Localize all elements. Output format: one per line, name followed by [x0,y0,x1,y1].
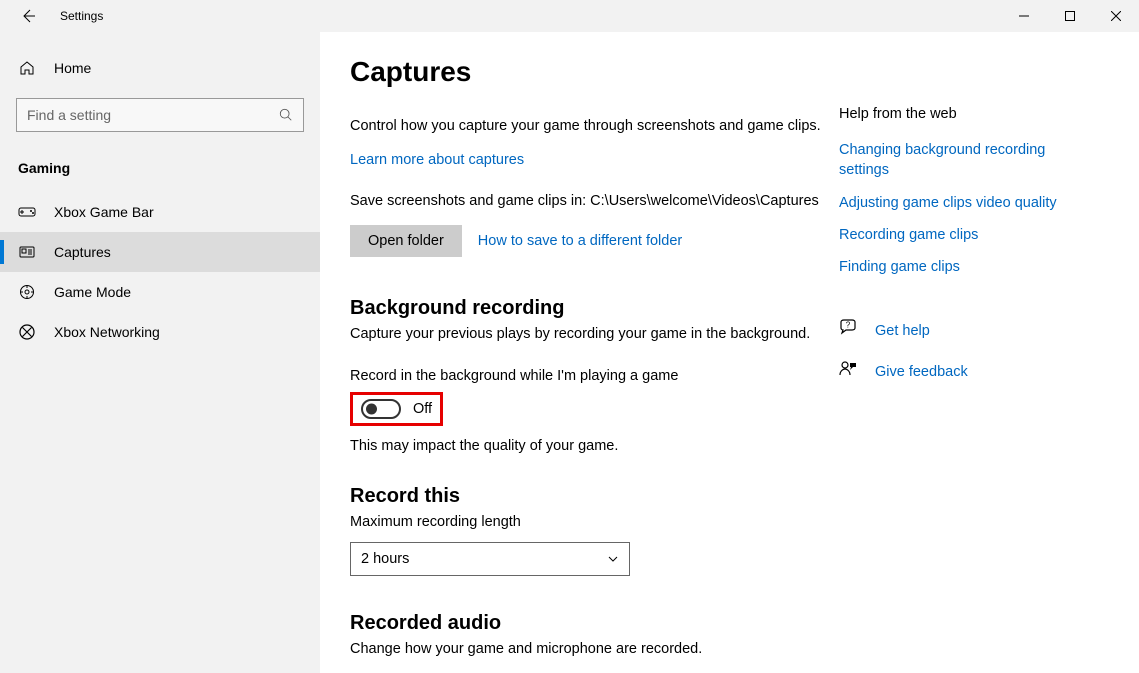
back-button[interactable] [10,0,46,32]
help-link-bg-recording[interactable]: Changing background recording settings [839,140,1099,181]
highlight-annotation: Off [350,392,443,426]
open-folder-button[interactable]: Open folder [350,225,462,257]
minimize-icon [1019,11,1029,21]
svg-text:?: ? [846,321,851,330]
sidebar: Home Gaming Xbox Game Bar [0,32,320,673]
sidebar-item-xbox-networking[interactable]: Xbox Networking [0,312,320,352]
bg-recording-desc: Capture your previous plays by recording… [350,324,839,344]
home-nav-item[interactable]: Home [0,52,320,84]
recorded-audio-title: Recorded audio [350,612,839,635]
chevron-down-icon [607,553,619,565]
sidebar-item-label: Game Mode [54,284,131,300]
recorded-audio-desc: Change how your game and microphone are … [350,639,839,659]
bg-recording-title: Background recording [350,297,839,320]
maximize-icon [1065,11,1075,21]
max-length-select[interactable]: 2 hours [350,542,630,576]
sidebar-item-label: Xbox Networking [54,324,160,340]
max-length-label: Maximum recording length [350,512,839,532]
toggle-caption: Record in the background while I'm playi… [350,366,839,386]
learn-more-link[interactable]: Learn more about captures [350,152,524,168]
record-this-title: Record this [350,485,839,508]
help-link-finding-clips[interactable]: Finding game clips [839,257,1099,277]
home-icon [19,60,35,76]
xbox-icon [19,324,35,340]
help-link-video-quality[interactable]: Adjusting game clips video quality [839,193,1099,213]
window-title: Settings [60,9,103,23]
home-label: Home [54,60,91,76]
sidebar-item-game-mode[interactable]: Game Mode [0,272,320,312]
captures-icon [19,244,35,260]
close-icon [1111,11,1121,21]
feedback-icon [839,360,857,378]
help-icon: ? [839,319,857,337]
get-help-row[interactable]: ? Get help [839,319,1099,342]
maximize-button[interactable] [1047,0,1093,32]
bg-recording-toggle[interactable] [361,399,401,419]
search-box[interactable] [16,98,304,132]
how-to-save-link[interactable]: How to save to a different folder [478,231,682,251]
search-icon [279,108,293,122]
impact-note: This may impact the quality of your game… [350,436,839,456]
page-title: Captures [350,56,839,88]
category-header: Gaming [0,150,320,192]
get-help-link[interactable]: Get help [875,321,930,341]
toggle-state-label: Off [413,401,432,417]
intro-text: Control how you capture your game throug… [350,116,839,136]
content-area: Captures Control how you capture your ga… [320,32,1139,673]
help-heading: Help from the web [839,106,1099,122]
sidebar-item-label: Captures [54,244,111,260]
toggle-knob [366,404,377,415]
titlebar: Settings [0,0,1139,32]
arrow-left-icon [20,8,36,24]
sidebar-item-xbox-game-bar[interactable]: Xbox Game Bar [0,192,320,232]
select-value: 2 hours [361,551,409,567]
gamebar-icon [18,204,36,220]
help-link-recording-clips[interactable]: Recording game clips [839,225,1099,245]
close-button[interactable] [1093,0,1139,32]
give-feedback-link[interactable]: Give feedback [875,362,968,382]
minimize-button[interactable] [1001,0,1047,32]
gamemode-icon [19,284,35,300]
sidebar-item-label: Xbox Game Bar [54,204,154,220]
search-input[interactable] [27,107,279,123]
sidebar-item-captures[interactable]: Captures [0,232,320,272]
give-feedback-row[interactable]: Give feedback [839,360,1099,383]
save-location-text: Save screenshots and game clips in: C:\U… [350,191,839,211]
